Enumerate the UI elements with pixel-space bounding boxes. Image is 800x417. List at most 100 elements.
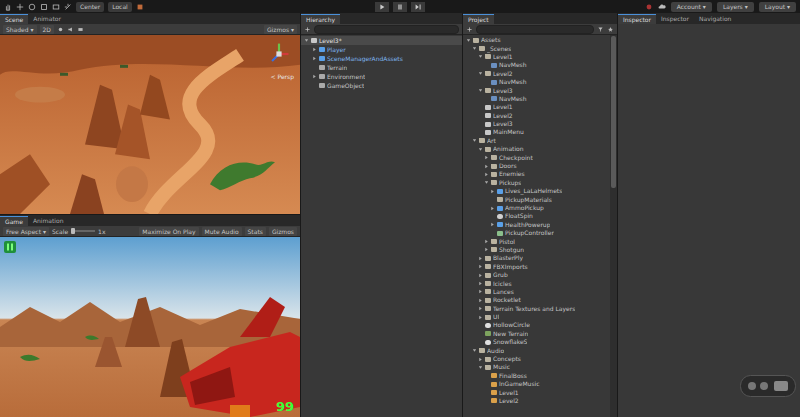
- project-item[interactable]: Level1: [463, 53, 610, 61]
- expand-arrow-icon[interactable]: [312, 47, 317, 52]
- expand-arrow-icon[interactable]: [490, 222, 495, 227]
- project-item[interactable]: HollowCircle: [463, 321, 610, 329]
- expand-arrow-icon[interactable]: [484, 164, 489, 169]
- expand-arrow-icon[interactable]: [472, 46, 477, 51]
- audio-icon[interactable]: [67, 26, 74, 33]
- tab[interactable]: Game: [0, 216, 28, 226]
- hierarchy-item[interactable]: Terrain: [301, 63, 462, 72]
- project-item[interactable]: Level2: [463, 112, 610, 120]
- search-field[interactable]: [476, 25, 594, 34]
- layers-dropdown[interactable]: Layers ▾: [717, 2, 754, 12]
- project-item[interactable]: AmmoPickup: [463, 204, 610, 212]
- aspect-dropdown[interactable]: Free Aspect ▾: [3, 227, 49, 236]
- tab[interactable]: Navigation: [694, 14, 736, 24]
- project-item[interactable]: Grub: [463, 271, 610, 279]
- collab-icon[interactable]: [645, 3, 653, 11]
- tab[interactable]: Inspector: [656, 14, 694, 24]
- project-item[interactable]: HealthPowerup: [463, 221, 610, 229]
- scale-slider[interactable]: [71, 230, 95, 232]
- project-item[interactable]: Pickups: [463, 179, 610, 187]
- game-option-toggle[interactable]: Gizmos: [269, 227, 297, 236]
- project-item[interactable]: Assets: [463, 36, 610, 44]
- orientation-gizmo-icon[interactable]: [266, 41, 292, 67]
- project-item[interactable]: SnowflakeS: [463, 338, 610, 346]
- project-item[interactable]: Animation: [463, 145, 610, 153]
- expand-arrow-icon[interactable]: [478, 281, 483, 286]
- gizmos-dropdown[interactable]: Gizmos ▾: [264, 25, 297, 34]
- game-option-toggle[interactable]: Mute Audio: [202, 227, 242, 236]
- add-icon[interactable]: [304, 26, 311, 33]
- expand-arrow-icon[interactable]: [478, 298, 483, 303]
- expand-arrow-icon[interactable]: [312, 74, 317, 79]
- cloud-icon[interactable]: [658, 3, 666, 11]
- game-option-toggle[interactable]: Stats: [245, 227, 266, 236]
- expand-arrow-icon[interactable]: [484, 239, 489, 244]
- project-item[interactable]: Level2: [463, 70, 610, 78]
- pause-button[interactable]: [393, 2, 407, 12]
- project-item[interactable]: NavMesh: [463, 61, 610, 69]
- expand-arrow-icon[interactable]: [478, 357, 483, 362]
- expand-arrow-icon[interactable]: [472, 138, 477, 143]
- 2d-toggle[interactable]: 2D: [40, 25, 54, 34]
- project-item[interactable]: Enemies: [463, 170, 610, 178]
- project-item[interactable]: Checkpoint: [463, 153, 610, 161]
- project-item[interactable]: Level3: [463, 120, 610, 128]
- scrollbar[interactable]: [610, 35, 617, 417]
- project-item[interactable]: UI: [463, 313, 610, 321]
- project-item[interactable]: NavMesh: [463, 78, 610, 86]
- expand-arrow-icon[interactable]: [490, 206, 495, 211]
- project-item[interactable]: FBXImports: [463, 263, 610, 271]
- project-item[interactable]: NavMesh: [463, 95, 610, 103]
- project-item[interactable]: Level2: [463, 397, 610, 405]
- expand-arrow-icon[interactable]: [484, 155, 489, 160]
- project-item[interactable]: _Scenes: [463, 44, 610, 52]
- project-item[interactable]: Concepts: [463, 355, 610, 363]
- expand-arrow-icon[interactable]: [478, 306, 483, 311]
- expand-arrow-icon[interactable]: [478, 315, 483, 320]
- transform-tool-icon[interactable]: [64, 3, 72, 11]
- project-item[interactable]: Audio: [463, 346, 610, 354]
- project-item[interactable]: Doors: [463, 162, 610, 170]
- play-button[interactable]: [375, 2, 389, 12]
- rotate-tool-icon[interactable]: [28, 3, 36, 11]
- step-button[interactable]: [411, 2, 425, 12]
- expand-arrow-icon[interactable]: [478, 289, 483, 294]
- expand-arrow-icon[interactable]: [478, 264, 483, 269]
- project-item[interactable]: Level1: [463, 103, 610, 111]
- project-item[interactable]: FinalBoss: [463, 372, 610, 380]
- overlay-toolbar-icon[interactable]: [740, 375, 796, 397]
- project-item[interactable]: Pistol: [463, 237, 610, 245]
- expand-arrow-icon[interactable]: [478, 256, 483, 261]
- expand-arrow-icon[interactable]: [484, 172, 489, 177]
- expand-arrow-icon[interactable]: [490, 189, 495, 194]
- expand-arrow-icon[interactable]: [312, 56, 317, 61]
- project-item[interactable]: Lances: [463, 288, 610, 296]
- scale-tool-icon[interactable]: [40, 3, 48, 11]
- hierarchy-item[interactable]: Player: [301, 45, 462, 54]
- project-item[interactable]: Rocketlet: [463, 296, 610, 304]
- pause-icon[interactable]: [3, 240, 17, 254]
- scene-view[interactable]: < Persp: [0, 35, 300, 214]
- project-item[interactable]: MainMenu: [463, 128, 610, 136]
- star-icon[interactable]: [607, 26, 614, 33]
- expand-arrow-icon[interactable]: [478, 71, 483, 76]
- tab[interactable]: Scene: [0, 14, 28, 24]
- filter-icon[interactable]: [597, 26, 604, 33]
- rect-tool-icon[interactable]: [52, 3, 60, 11]
- project-tab[interactable]: Project: [463, 14, 494, 24]
- expand-arrow-icon[interactable]: [466, 38, 471, 43]
- hierarchy-item[interactable]: GameObject: [301, 81, 462, 90]
- game-view[interactable]: 99: [0, 237, 300, 417]
- expand-arrow-icon[interactable]: [484, 180, 489, 185]
- project-item[interactable]: Icicles: [463, 279, 610, 287]
- project-item[interactable]: Lives_LaLaHelmets: [463, 187, 610, 195]
- project-item[interactable]: Level3: [463, 86, 610, 94]
- project-item[interactable]: Art: [463, 137, 610, 145]
- account-dropdown[interactable]: Account ▾: [671, 2, 712, 12]
- hierarchy-item[interactable]: SceneManagerAndAssets: [301, 54, 462, 63]
- project-item[interactable]: Level1: [463, 388, 610, 396]
- project-item[interactable]: PickupController: [463, 229, 610, 237]
- expand-arrow-icon[interactable]: [304, 38, 309, 43]
- project-item[interactable]: Shotgun: [463, 246, 610, 254]
- tab[interactable]: Animation: [28, 216, 69, 226]
